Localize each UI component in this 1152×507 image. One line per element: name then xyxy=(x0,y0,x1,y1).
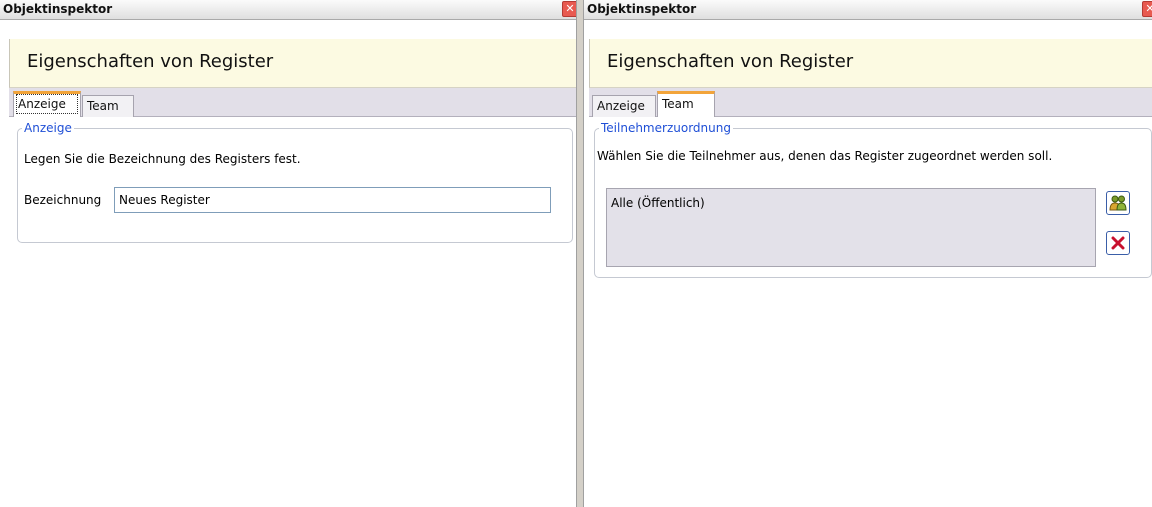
properties-header: Eigenschaften von Register xyxy=(9,39,578,88)
close-button[interactable]: ✕ xyxy=(1142,1,1152,17)
object-inspector-panel-left: Objektinspektor ✕ Eigenschaften von Regi… xyxy=(0,0,580,507)
participants-listbox[interactable]: Alle (Öffentlich) xyxy=(606,188,1096,267)
bezeichnung-label: Bezeichnung xyxy=(24,193,102,207)
tab-team[interactable]: Team xyxy=(82,95,134,117)
add-participants-icon xyxy=(1109,195,1127,211)
properties-header: Eigenschaften von Register xyxy=(589,39,1152,88)
display-group: Anzeige xyxy=(17,121,573,243)
close-icon: ✕ xyxy=(565,2,575,15)
object-inspector-panel-right: Objektinspektor ✕ Eigenschaften von Regi… xyxy=(584,0,1152,507)
properties-heading: Eigenschaften von Register xyxy=(27,51,274,72)
group-description: Legen Sie die Bezeichnung des Registers … xyxy=(24,152,301,166)
group-legend: Anzeige xyxy=(24,121,72,135)
close-icon: ✕ xyxy=(1145,2,1152,15)
tab-strip: Anzeige Team xyxy=(9,88,578,117)
panel-splitter[interactable] xyxy=(576,0,584,507)
tab-anzeige[interactable]: Anzeige xyxy=(592,95,656,117)
group-description: Wählen Sie die Teilnehmer aus, denen das… xyxy=(597,149,1053,163)
panel-titlebar: Objektinspektor ✕ xyxy=(0,0,580,20)
add-participants-button[interactable] xyxy=(1106,191,1130,215)
list-item[interactable]: Alle (Öffentlich) xyxy=(611,196,705,210)
panel-title: Objektinspektor xyxy=(587,2,697,16)
bezeichnung-input[interactable] xyxy=(114,187,551,213)
tab-strip: Anzeige Team xyxy=(589,88,1152,117)
remove-icon xyxy=(1111,236,1125,250)
tab-anzeige[interactable]: Anzeige xyxy=(13,91,81,117)
panel-titlebar: Objektinspektor ✕ xyxy=(584,0,1152,20)
tab-team[interactable]: Team xyxy=(657,91,715,117)
properties-heading: Eigenschaften von Register xyxy=(607,51,854,72)
remove-participant-button[interactable] xyxy=(1106,231,1130,255)
panel-title: Objektinspektor xyxy=(3,2,113,16)
group-legend: Teilnehmerzuordnung xyxy=(601,121,731,135)
